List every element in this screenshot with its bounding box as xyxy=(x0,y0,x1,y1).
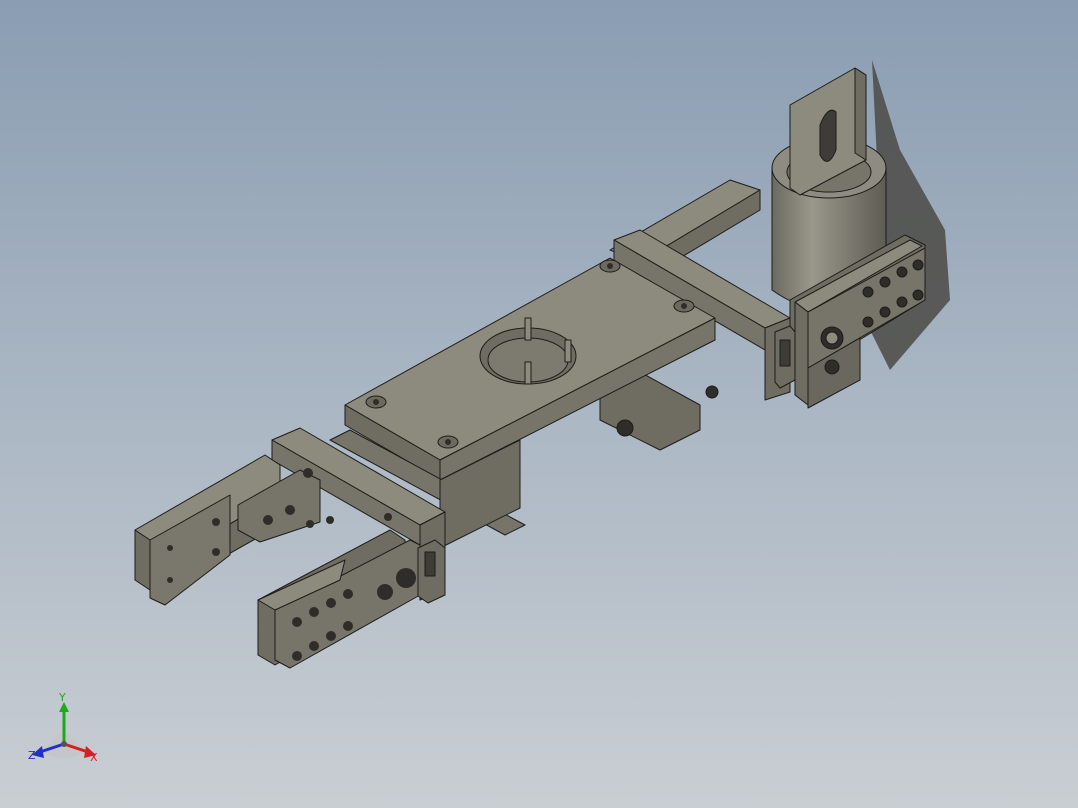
graphics-viewport[interactable]: Y X Z xyxy=(0,0,1078,808)
triad-z-label: Z xyxy=(28,749,36,762)
triad-x-label: X xyxy=(90,751,98,764)
gripper-assembly-model[interactable] xyxy=(0,0,1078,808)
triad-y-label: Y xyxy=(59,691,66,704)
view-orientation-triad[interactable]: Y X Z xyxy=(28,691,104,770)
